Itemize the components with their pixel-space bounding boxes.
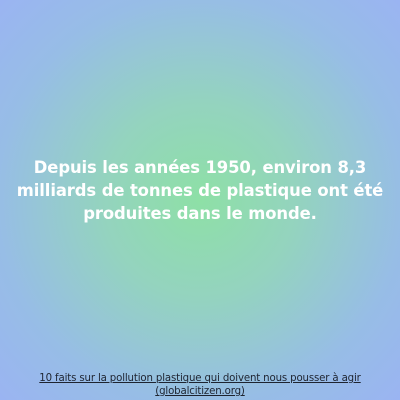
source-link[interactable]: 10 faits sur la pollution plastique qui … [8,372,392,398]
source-title[interactable]: 10 faits sur la pollution plastique qui … [8,372,392,385]
fact-card: Depuis les années 1950, environ 8,3 mill… [0,0,400,400]
fact-statement: Depuis les années 1950, environ 8,3 mill… [16,158,384,223]
source-site[interactable]: (globalcitizen.org) [8,385,392,398]
